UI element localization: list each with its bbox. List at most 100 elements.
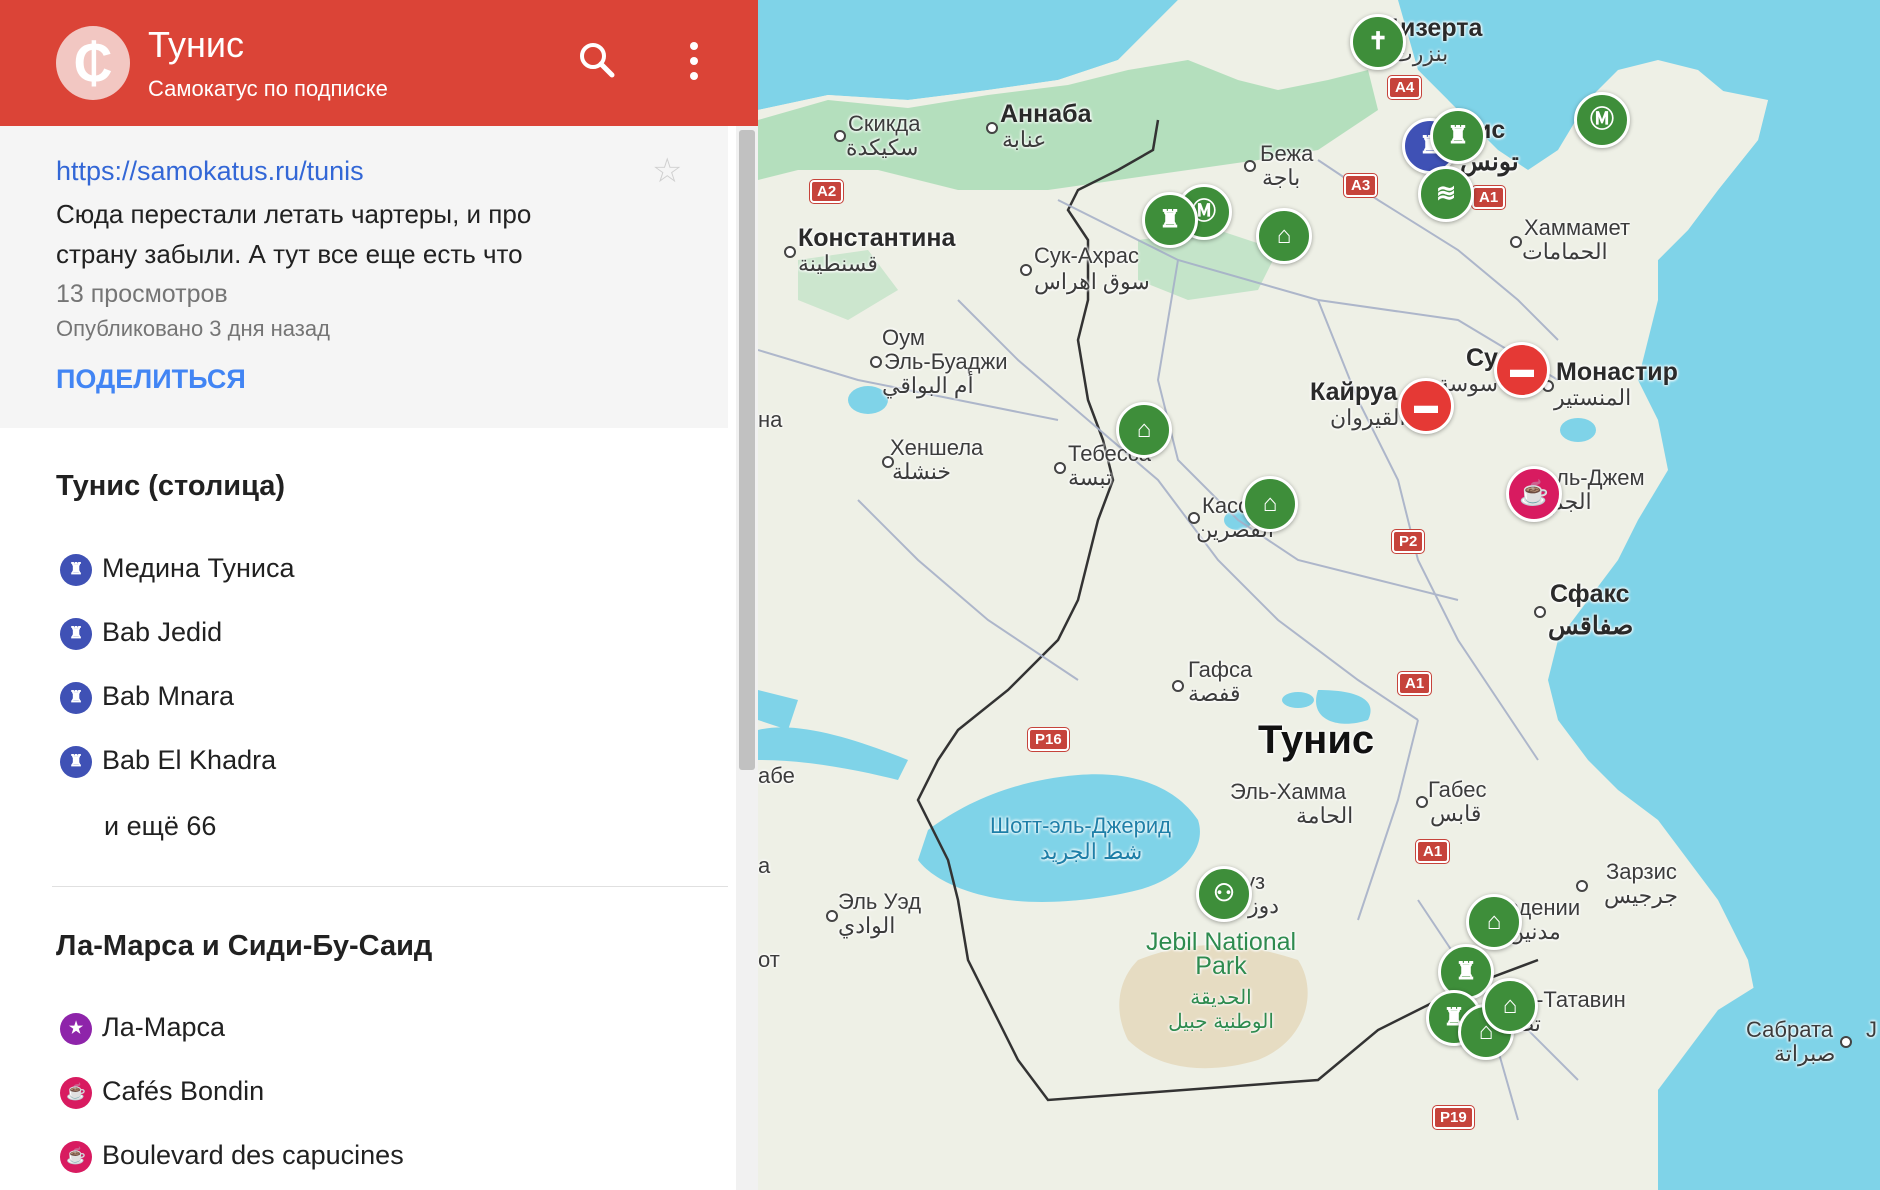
map-label: خنشلة bbox=[892, 459, 951, 484]
map-label: Аннаба bbox=[1000, 100, 1092, 128]
map-label: قابس bbox=[1430, 801, 1482, 826]
map-label: Эль-Буаджи bbox=[884, 349, 1008, 374]
map-pin-hotel[interactable]: ▬ bbox=[1398, 378, 1454, 434]
section-title: Тунис (столица) bbox=[56, 470, 286, 502]
map-label: الوادي bbox=[838, 913, 896, 938]
map-pin-hotel[interactable]: ▬ bbox=[1494, 342, 1550, 398]
search-icon bbox=[580, 43, 615, 78]
map-label: Зарзис bbox=[1606, 859, 1677, 884]
map-base bbox=[758, 0, 1880, 1190]
map-pin-castle[interactable]: ♜ bbox=[1430, 108, 1486, 164]
show-more-link[interactable]: и ещё 66 bbox=[104, 811, 216, 842]
road-shield: P19 bbox=[1432, 1105, 1475, 1130]
map-label: Эль Уэд bbox=[838, 889, 922, 914]
list-item-label: Boulevard des capucines bbox=[102, 1140, 404, 1170]
road-shield: A3 bbox=[1342, 173, 1379, 198]
map-label: Сабрата bbox=[1746, 1017, 1834, 1042]
map-label: جرجيس bbox=[1604, 883, 1679, 908]
map-label: Оум bbox=[882, 325, 925, 350]
city-dot bbox=[1244, 160, 1256, 172]
map-canvas[interactable]: A4 A2 A3 A1 P2 A1 P16 A1 P19 Бизерта بنز… bbox=[758, 0, 1880, 1190]
list-item[interactable]: ♜ Bab El Khadra bbox=[56, 742, 696, 782]
map-label: قفصة bbox=[1188, 681, 1241, 706]
map-label: Гафса bbox=[1188, 657, 1253, 682]
map-label: Эль-Хамма bbox=[1230, 779, 1347, 804]
more-options-button[interactable] bbox=[678, 38, 710, 84]
map-label: صفاقس bbox=[1548, 612, 1634, 640]
map-pin-viewpoint[interactable]: ⚇ bbox=[1196, 866, 1252, 922]
app-header: ₵ Тунис Самокатус по подписке bbox=[0, 0, 758, 126]
map-label: Хаммамет bbox=[1524, 215, 1631, 240]
map-subtitle: Самокатус по подписке bbox=[148, 76, 388, 101]
map-pin-museum[interactable]: Ⓜ bbox=[1574, 92, 1630, 148]
road-shield: A1 bbox=[1414, 839, 1451, 864]
search-button[interactable] bbox=[575, 38, 619, 82]
scrollbar-thumb[interactable] bbox=[739, 130, 755, 770]
map-title: Тунис bbox=[148, 24, 244, 65]
map-label: الحامة bbox=[1296, 803, 1354, 828]
more-vert-icon bbox=[690, 42, 698, 80]
park-label: Jebil National Park bbox=[1146, 930, 1296, 979]
logo-glyph: ₵ bbox=[73, 33, 113, 93]
park-label-ar: الحديقة الوطنية جبيل bbox=[1146, 986, 1296, 1034]
app-logo: ₵ bbox=[56, 26, 130, 100]
city-dot bbox=[1054, 462, 1066, 474]
city-dot bbox=[826, 910, 838, 922]
park-label-line: الحديقة bbox=[1190, 987, 1252, 1009]
road-shield: A4 bbox=[1386, 75, 1423, 100]
map-pin-ruins[interactable]: ⌂ bbox=[1116, 402, 1172, 458]
map-pin-ruins[interactable]: ⌂ bbox=[1482, 978, 1538, 1034]
coffee-icon: ☕ bbox=[60, 1077, 92, 1109]
list-item[interactable]: ♜ Bab Jedid bbox=[56, 614, 696, 654]
list-item[interactable]: ★ Ла-Марса bbox=[56, 1009, 696, 1049]
map-label: Скикда bbox=[848, 111, 921, 136]
map-pin-landmark[interactable]: ⌂ bbox=[1242, 476, 1298, 532]
map-label: أم البواقي bbox=[882, 373, 974, 398]
map-pin-ruins[interactable]: ⌂ bbox=[1466, 894, 1522, 950]
share-button[interactable]: ПОДЕЛИТЬСЯ bbox=[56, 364, 246, 395]
map-label: سوق اهراس bbox=[1034, 269, 1150, 294]
map-pin-landmark[interactable]: ≋ bbox=[1418, 166, 1474, 222]
list-item-label: Ла-Марса bbox=[102, 1012, 226, 1042]
map-label: صبراتة bbox=[1774, 1041, 1836, 1066]
map-label: شط الجريد bbox=[1040, 839, 1143, 864]
map-description: Сюда перестали летать чартеры, и про стр… bbox=[56, 199, 532, 269]
divider bbox=[52, 886, 728, 887]
map-label: на bbox=[758, 407, 783, 432]
map-pin-ruins[interactable]: ⌂ bbox=[1256, 208, 1312, 264]
city-dot bbox=[1510, 236, 1522, 248]
list-item[interactable]: ♜ Bab Mnara bbox=[56, 678, 696, 718]
list-item[interactable]: ☕ Boulevard des capucines bbox=[56, 1137, 696, 1177]
map-label: ль-Джем bbox=[1556, 465, 1645, 490]
map-pin-church[interactable]: ✝ bbox=[1350, 14, 1406, 70]
city-dot bbox=[1840, 1036, 1852, 1048]
road-shield: A1 bbox=[1470, 185, 1507, 210]
map-label: Габес bbox=[1428, 777, 1487, 802]
list-item-label: Cafés Bondin bbox=[102, 1076, 265, 1106]
country-label: Тунис bbox=[1258, 718, 1375, 762]
map-label: Хеншела bbox=[890, 435, 984, 460]
road-shield: P16 bbox=[1027, 727, 1070, 752]
castle-icon: ♜ bbox=[60, 618, 92, 650]
map-pin-cafe[interactable]: ☕ bbox=[1506, 466, 1562, 522]
list-item[interactable]: ☕ Cafés Bondin bbox=[56, 1073, 696, 1113]
castle-icon: ♜ bbox=[60, 682, 92, 714]
star-outline-icon[interactable]: ☆ bbox=[652, 154, 682, 188]
map-label: Шотт-эль-Джерид bbox=[990, 813, 1171, 838]
map-pin-castle[interactable]: ♜ bbox=[1142, 192, 1198, 248]
city-dot bbox=[1416, 796, 1428, 808]
city-dot bbox=[1576, 880, 1588, 892]
map-label: Бежа bbox=[1260, 141, 1314, 166]
city-dot bbox=[986, 122, 998, 134]
map-label: Сук-Ахрас bbox=[1034, 243, 1139, 268]
map-label: Монастир bbox=[1556, 358, 1678, 386]
map-label: تبسة bbox=[1068, 465, 1113, 490]
section-title: Ла-Марса и Сиди-Бу-Саид bbox=[56, 930, 433, 962]
list-item[interactable]: ♜ Медина Туниса bbox=[56, 550, 696, 590]
map-label: Кайруа bbox=[1310, 378, 1398, 406]
star-icon: ★ bbox=[60, 1013, 92, 1045]
city-dot bbox=[834, 130, 846, 142]
city-dot bbox=[1020, 264, 1032, 276]
map-link[interactable]: https://samokatus.ru/tunis bbox=[56, 156, 364, 187]
city-dot bbox=[1534, 606, 1546, 618]
